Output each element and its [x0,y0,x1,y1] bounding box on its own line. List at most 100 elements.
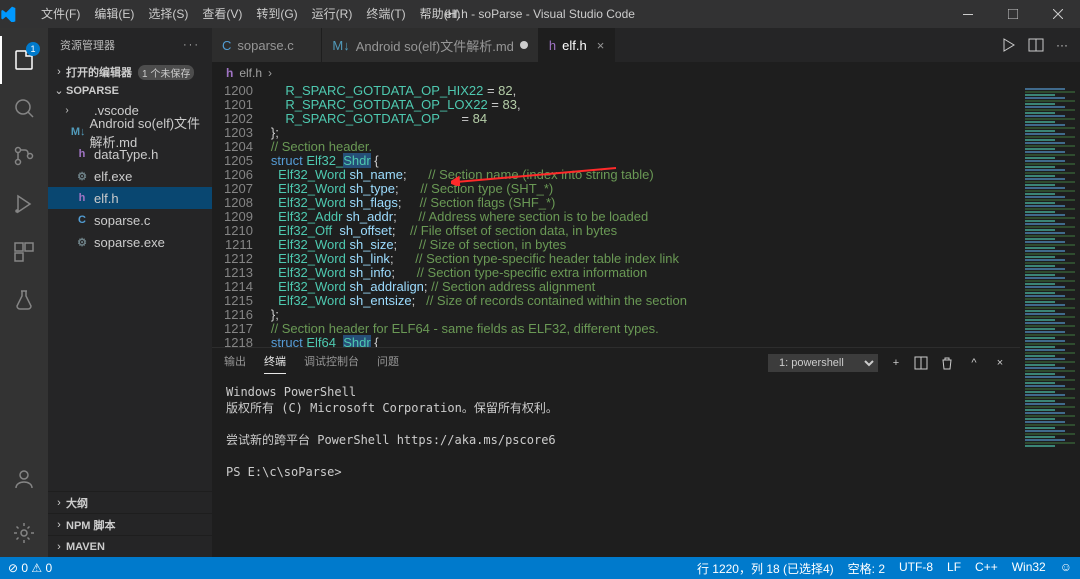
panel-tab[interactable]: 问题 [377,353,399,374]
status-item[interactable]: ☺ [1060,560,1072,577]
extensions-activity-icon[interactable] [0,228,48,276]
line-gutter: 1200120112021203120412051206120712081209… [212,84,271,347]
status-item[interactable]: 空格: 2 [848,560,885,577]
search-activity-icon[interactable] [0,84,48,132]
activity-badge: 1 [26,42,40,56]
panel-tabs: 输出终端调试控制台问题 1: powershell + ^ × [212,348,1020,378]
code-content[interactable]: R_SPARC_GOTDATA_OP_HIX22 = 82, R_SPARC_G… [271,84,1020,347]
editor-tab[interactable]: Csoparse.c× [212,28,322,62]
bottom-panel: 输出终端调试控制台问题 1: powershell + ^ × Win [212,347,1020,557]
menu-item[interactable]: 编辑(E) [87,0,141,28]
breadcrumb[interactable]: h elf.h › [212,62,1080,84]
sidebar-section[interactable]: ›MAVEN [48,535,212,557]
sidebar-more-icon[interactable]: ··· [183,39,200,51]
chevron-icon: › [60,105,74,116]
terminal-select[interactable]: 1: powershell [768,354,878,372]
panel-tab[interactable]: 输出 [224,353,246,374]
menu-item[interactable]: 转到(G) [249,0,304,28]
run-activity-icon[interactable] [0,180,48,228]
chevron-right-icon: › [52,497,66,509]
chevron-right-icon: › [52,541,66,553]
status-item[interactable]: Win32 [1012,560,1046,577]
source-control-activity-icon[interactable] [0,132,48,180]
minimap[interactable] [1020,84,1080,557]
sidebar-title: 资源管理器 [60,37,115,53]
new-terminal-icon[interactable]: + [888,357,904,369]
status-item[interactable]: 行 1220，列 18 (已选择4) [697,560,834,577]
split-editor-icon[interactable] [1028,37,1044,53]
maximize-button[interactable] [990,0,1035,28]
file-icon: h [226,66,233,80]
file-tree-item[interactable]: helf.h [48,187,212,209]
menu-item[interactable]: 文件(F) [34,0,87,28]
close-tab-icon[interactable]: × [597,38,605,53]
more-actions-icon[interactable]: ··· [1056,38,1068,52]
explorer-activity-icon[interactable]: 1 [0,36,48,84]
project-section[interactable]: ⌄ SOPARSE [48,82,212,99]
panel-tab[interactable]: 终端 [264,353,286,374]
file-icon: ⚙ [74,236,90,249]
minimize-button[interactable] [945,0,990,28]
open-editors-section[interactable]: › 打开的编辑器 1 个未保存 [48,62,212,82]
status-problems[interactable]: ⊘ 0 ⚠ 0 [8,561,52,575]
chevron-right-icon: › [268,66,272,80]
settings-activity-icon[interactable] [0,509,48,557]
status-item[interactable]: LF [947,560,961,577]
file-label: Android so(elf)文件解析.md [90,113,212,151]
accounts-activity-icon[interactable] [0,455,48,503]
file-tree-item[interactable]: Csoparse.c [48,209,212,231]
file-label: elf.h [94,191,119,206]
sidebar: 资源管理器 ··· › 打开的编辑器 1 个未保存 ⌄ SOPARSE ›.vs… [48,28,212,557]
breadcrumb-file: elf.h [239,66,262,80]
file-icon: C [222,38,231,53]
tab-label: elf.h [562,38,587,53]
menu-item[interactable]: 查看(V) [195,0,249,28]
maximize-panel-icon[interactable]: ^ [966,357,982,369]
title-bar: 文件(F)编辑(E)选择(S)查看(V)转到(G)运行(R)终端(T)帮助(H)… [0,0,1080,28]
file-icon: M↓ [332,38,349,53]
file-icon: M↓ [71,126,86,138]
vscode-logo-icon [0,6,34,22]
unsaved-tag: 1 个未保存 [138,65,194,80]
dirty-indicator-icon [520,41,528,49]
sidebar-section[interactable]: ›大纲 [48,491,212,513]
status-item[interactable]: UTF-8 [899,560,933,577]
file-tree-item[interactable]: ⚙ soparse.exe [48,231,212,253]
project-name: SOPARSE [66,85,119,97]
menu-item[interactable]: 选择(S) [141,0,195,28]
close-panel-icon[interactable]: × [992,357,1008,369]
tab-label: Android so(elf)文件解析.md [356,36,514,55]
split-terminal-icon[interactable] [914,356,930,370]
run-icon[interactable] [1000,37,1016,53]
chevron-down-icon: ⌄ [52,84,66,97]
menu-item[interactable]: 运行(R) [305,0,360,28]
file-label: soparse.exe [94,235,165,250]
kill-terminal-icon[interactable] [940,356,956,370]
file-icon: ⚙ [74,170,90,183]
editor-tab[interactable]: M↓ Android so(elf)文件解析.md [322,28,539,62]
open-editors-label: 打开的编辑器 [66,64,132,80]
panel-tab[interactable]: 调试控制台 [304,353,359,374]
chevron-right-icon: › [52,66,66,78]
chevron-right-icon: › [52,519,66,531]
file-label: elf.exe [94,169,132,184]
status-bar: ⊘ 0 ⚠ 0 行 1220，列 18 (已选择4) 空格: 2 UTF-8 LF C+… [0,557,1080,579]
file-icon: h [549,38,556,53]
sidebar-section[interactable]: ›NPM 脚本 [48,513,212,535]
file-tree-item[interactable]: M↓Android so(elf)文件解析.md [48,121,212,143]
code-editor[interactable]: 1200120112021203120412051206120712081209… [212,84,1020,347]
testing-activity-icon[interactable] [0,276,48,324]
status-item[interactable]: C++ [975,560,998,577]
editor-tabs: Csoparse.c× M↓ Android so(elf)文件解析.md h elf.… [212,28,1080,62]
section-label: MAVEN [66,541,105,553]
main-menu: 文件(F)编辑(E)选择(S)查看(V)转到(G)运行(R)终端(T)帮助(H) [34,0,467,28]
section-label: 大纲 [66,495,88,511]
menu-item[interactable]: 终端(T) [359,0,412,28]
editor-area: Csoparse.c× M↓ Android so(elf)文件解析.md h elf.… [212,28,1080,557]
editor-tab[interactable]: h elf.h × [539,28,615,62]
terminal-body[interactable]: Windows PowerShell 版权所有 (C) Microsoft Co… [212,378,1020,557]
close-button[interactable] [1035,0,1080,28]
window-controls [945,0,1080,28]
file-tree-item[interactable]: ⚙ elf.exe [48,165,212,187]
sidebar-header: 资源管理器 ··· [48,28,212,62]
